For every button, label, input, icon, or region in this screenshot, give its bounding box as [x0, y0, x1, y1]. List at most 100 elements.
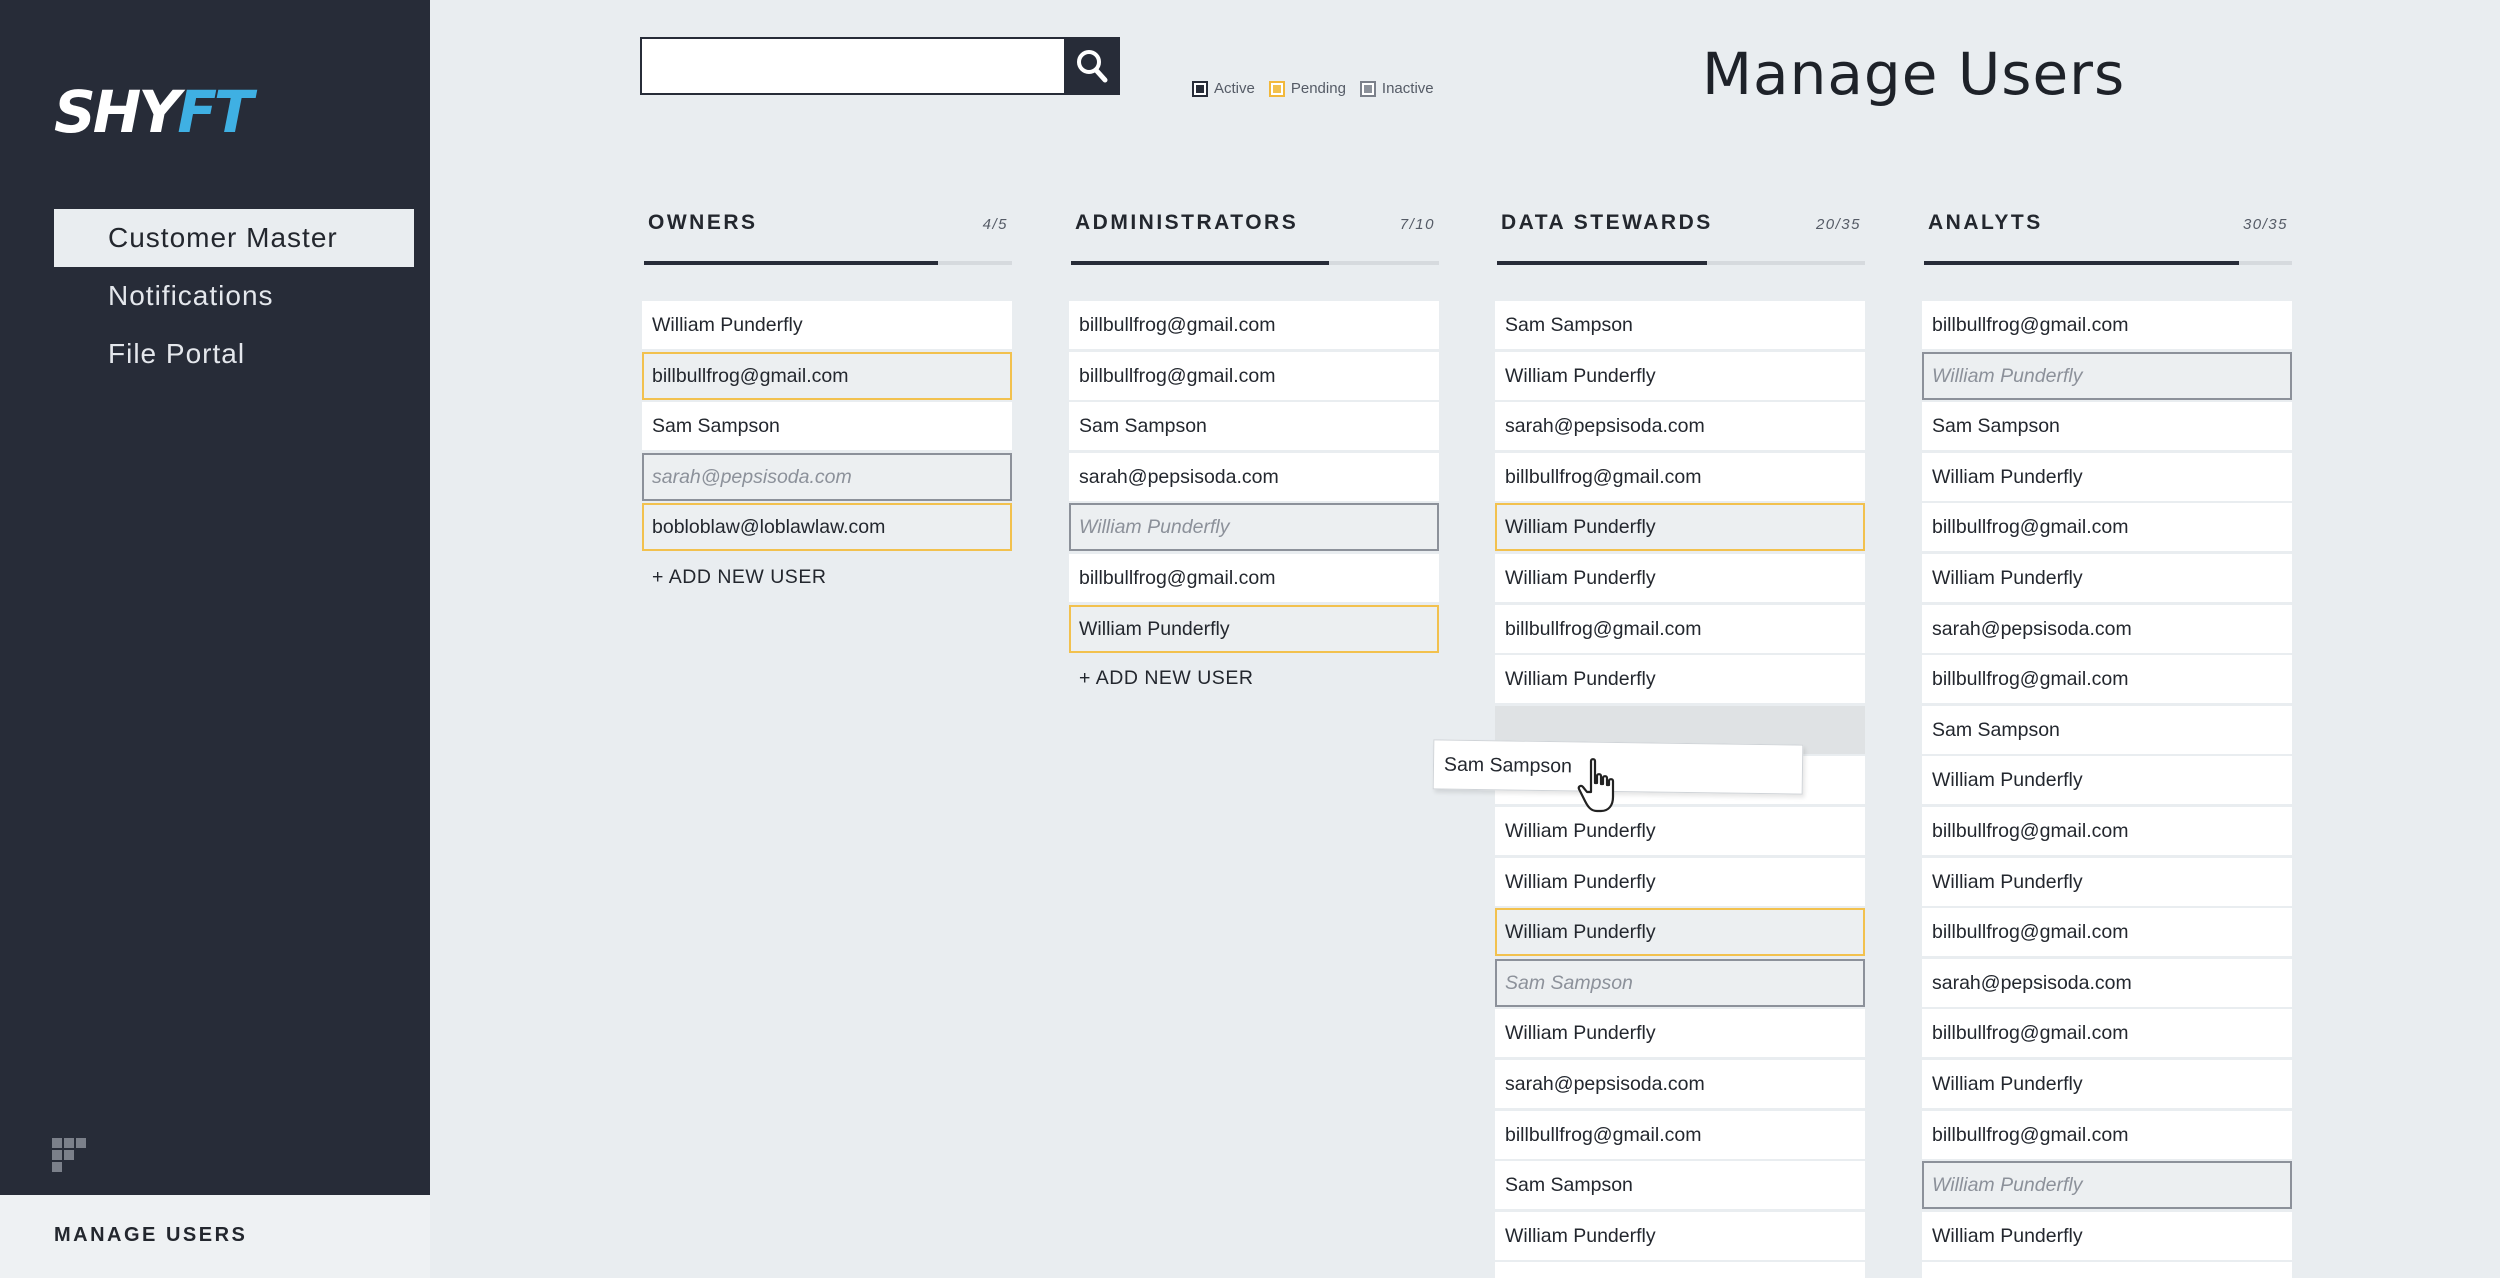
sidebar-item-customer-master[interactable]: Customer Master	[54, 209, 414, 267]
add-new-user-button[interactable]: + ADD NEW USER	[1069, 655, 1441, 702]
column-count: 20/35	[1815, 216, 1861, 233]
search-input[interactable]	[640, 37, 1064, 95]
user-list: billbullfrog@gmail.com William Punderfly S…	[1922, 301, 2294, 1278]
user-row[interactable]: billbullfrog@gmail.com	[1495, 1110, 1865, 1159]
user-row[interactable]: billbullfrog@gmail.com	[1922, 908, 2292, 957]
column-count: 7/10	[1399, 216, 1435, 233]
user-row[interactable]: William Punderfly	[1495, 1211, 1865, 1260]
user-row[interactable]: William Punderfly	[1495, 503, 1865, 552]
user-row[interactable]: William Punderfly	[1922, 1211, 2292, 1260]
capacity-bar-fill	[1071, 261, 1329, 265]
capacity-bar-fill	[1924, 261, 2240, 265]
user-row[interactable]: Sam Sampson	[642, 402, 1012, 451]
user-row[interactable]: Sam Sampson	[1495, 958, 1865, 1007]
user-row[interactable]: billbullfrog@gmail.com	[1922, 1110, 2292, 1159]
user-row[interactable]: William Punderfly	[642, 301, 1012, 349]
user-row[interactable]: William Punderfly	[1495, 908, 1865, 957]
user-row[interactable]: billbullfrog@gmail.com	[1069, 553, 1439, 602]
user-row[interactable]: billbullfrog@gmail.com	[1922, 1009, 2292, 1058]
user-row[interactable]: Sam Sampson	[1922, 705, 2292, 754]
legend-item-inactive: Inactive	[1359, 80, 1434, 97]
legend-label: Active	[1214, 80, 1255, 97]
user-row[interactable]: William Punderfly	[1922, 452, 2292, 501]
user-row[interactable]: William Punderfly	[1922, 1161, 2292, 1210]
capacity-bar-fill	[1497, 261, 1708, 265]
user-row[interactable]: Sam Sampson	[1495, 1161, 1865, 1210]
user-row[interactable]: sarah@pepsisoda.com	[642, 452, 1012, 501]
user-row[interactable]: William Punderfly	[1495, 553, 1865, 602]
user-row[interactable]: Sam Sampson	[1922, 402, 2292, 451]
user-row[interactable]: billbullfrog@gmail.com	[1495, 452, 1865, 501]
sidebar: SHYFT Customer Master Notifications File…	[0, 0, 430, 1195]
user-row[interactable]: sarah@pepsisoda.com	[1922, 604, 2292, 653]
user-row[interactable]: billbullfrog@gmail.com	[1069, 301, 1439, 349]
capacity-bar	[1924, 261, 2292, 265]
legend-label: Inactive	[1381, 80, 1434, 97]
column-analysts: ANALYTS 30/35 billbullfrog@gmail.com Willia…	[1922, 205, 2294, 1278]
pending-swatch-icon	[1268, 80, 1285, 97]
user-row[interactable]	[1495, 1262, 1865, 1278]
column-header: OWNERS 4/5	[642, 205, 1014, 245]
user-row[interactable]	[1922, 1262, 2292, 1278]
search-button[interactable]	[1064, 37, 1120, 95]
column-count: 4/5	[982, 216, 1008, 233]
user-row[interactable]: William Punderfly	[1495, 1009, 1865, 1058]
user-row[interactable]: billbullfrog@gmail.com	[1922, 503, 2292, 552]
user-row[interactable]: billbullfrog@gmail.com	[1495, 604, 1865, 653]
search-icon	[1077, 50, 1108, 83]
user-row[interactable]: sarah@pepsisoda.com	[1922, 958, 2292, 1007]
logo-text-primary: SHY	[54, 78, 180, 146]
user-row[interactable]: sarah@pepsisoda.com	[1495, 402, 1865, 451]
page-title: Manage Users	[1702, 40, 2126, 108]
user-row[interactable]: William Punderfly	[1922, 351, 2292, 400]
sidebar-item-file-portal[interactable]: File Portal	[54, 325, 414, 383]
user-row[interactable]: bobloblaw@loblawlaw.com	[642, 503, 1012, 552]
hand-pointer-icon	[1577, 758, 1615, 813]
column-title: ANALYTS	[1928, 211, 2043, 234]
user-row[interactable]: William Punderfly	[1922, 553, 2292, 602]
user-row[interactable]: William Punderfly	[1495, 857, 1865, 906]
user-list: William Punderfly billbullfrog@gmail.com S…	[642, 301, 1014, 552]
column-title: ADMINISTRATORS	[1075, 211, 1299, 234]
column-owners: OWNERS 4/5 William Punderfly billbullfrog@g…	[642, 205, 1014, 601]
column-count: 30/35	[2242, 216, 2288, 233]
user-row[interactable]: sarah@pepsisoda.com	[1069, 452, 1439, 501]
user-list: billbullfrog@gmail.com billbullfrog@gmail…	[1069, 301, 1441, 653]
user-row[interactable]: sarah@pepsisoda.com	[1495, 1059, 1865, 1108]
column-title: OWNERS	[648, 211, 758, 234]
logo[interactable]: SHYFT	[54, 82, 254, 142]
status-legend: Active Pending Inactive	[1192, 80, 1434, 97]
capacity-bar-fill	[644, 261, 939, 265]
user-row[interactable]: Sam Sampson	[1495, 301, 1865, 349]
add-new-user-button[interactable]: + ADD NEW USER	[642, 554, 1014, 601]
user-row[interactable]: billbullfrog@gmail.com	[1069, 351, 1439, 400]
capacity-bar	[1497, 261, 1865, 265]
user-row[interactable]: William Punderfly	[1922, 756, 2292, 805]
user-row[interactable]: billbullfrog@gmail.com	[642, 351, 1012, 400]
column-header: ANALYTS 30/35	[1922, 205, 2294, 245]
user-row[interactable]: billbullfrog@gmail.com	[1922, 806, 2292, 855]
user-row[interactable]: billbullfrog@gmail.com	[1922, 655, 2292, 704]
user-row[interactable]: William Punderfly	[1069, 503, 1439, 552]
user-row[interactable]: William Punderfly	[1495, 655, 1865, 704]
user-row[interactable]: William Punderfly	[1069, 604, 1439, 653]
column-administrators: ADMINISTRATORS 7/10 billbullfrog@gmail.com…	[1069, 205, 1441, 702]
column-title: DATA STEWARDS	[1501, 211, 1713, 234]
legend-item-active: Active	[1192, 80, 1255, 97]
sidebar-item-notifications[interactable]: Notifications	[54, 267, 414, 325]
user-row[interactable]: William Punderfly	[1922, 857, 2292, 906]
logo-text-accent: FT	[177, 78, 253, 146]
user-row[interactable]: William Punderfly	[1922, 1059, 2292, 1108]
current-page-label: MANAGE USERS	[54, 1224, 248, 1246]
legend-label: Pending	[1290, 80, 1346, 97]
capacity-bar	[644, 261, 1012, 265]
active-swatch-icon	[1192, 80, 1208, 97]
user-row[interactable]: William Punderfly	[1495, 806, 1865, 855]
user-row[interactable]: billbullfrog@gmail.com	[1922, 301, 2292, 349]
user-row[interactable]: William Punderfly	[1495, 351, 1865, 400]
inactive-swatch-icon	[1359, 80, 1376, 97]
column-header: DATA STEWARDS 20/35	[1495, 205, 1867, 245]
user-row[interactable]: Sam Sampson	[1069, 402, 1439, 451]
capacity-bar	[1071, 261, 1439, 265]
grid-icon[interactable]	[52, 1138, 92, 1178]
